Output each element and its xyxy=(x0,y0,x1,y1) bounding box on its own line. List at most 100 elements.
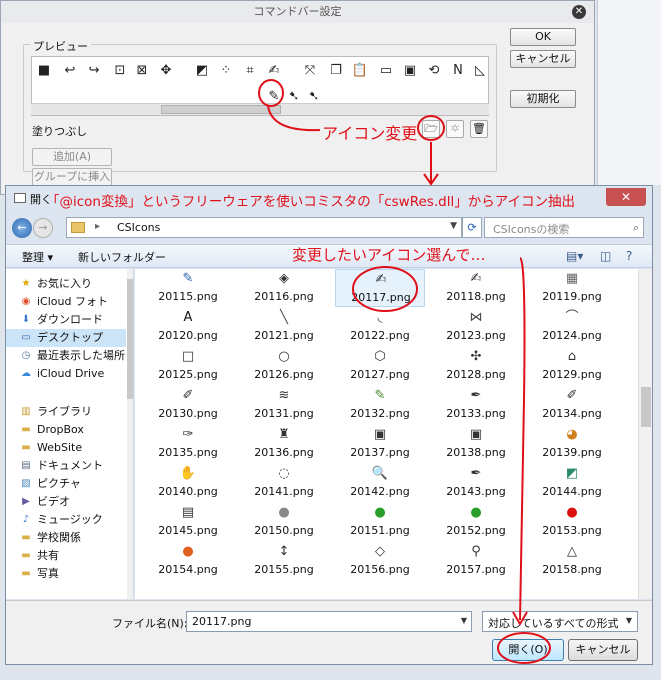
file-item[interactable]: ● 20152.png xyxy=(431,503,521,541)
file-item[interactable]: A 20120.png xyxy=(143,308,233,346)
file-item[interactable]: ▦ 20119.png xyxy=(527,269,617,307)
filetype-value[interactable]: 対応しているすべての形式 xyxy=(488,615,618,631)
dots-icon[interactable]: ⁘ xyxy=(216,61,236,81)
chevron-down-icon[interactable]: ▼ xyxy=(626,616,632,625)
nav-item[interactable]: ⬇ ダウンロード xyxy=(6,311,126,329)
view-options-icon[interactable]: ▤▾ xyxy=(566,249,583,263)
nav-item[interactable]: ◷ 最近表示した場所 xyxy=(6,347,126,365)
file-item[interactable]: ⌒ 20124.png xyxy=(527,308,617,346)
nav-scrollbar[interactable] xyxy=(127,269,133,599)
file-item[interactable]: ▣ 20138.png xyxy=(431,425,521,463)
file-item[interactable]: ✐ 20130.png xyxy=(143,386,233,424)
nav-item[interactable]: ★ お気に入り xyxy=(6,275,126,293)
close-icon[interactable]: ✕ xyxy=(606,188,646,206)
file-item[interactable]: ✎ 20115.png xyxy=(143,269,233,307)
file-item[interactable]: ◕ 20139.png xyxy=(527,425,617,463)
search-icon[interactable]: ⌕ xyxy=(633,221,639,235)
nav-item[interactable]: ♪ ミュージック xyxy=(6,511,126,529)
file-item[interactable]: ╲ 20121.png xyxy=(239,308,329,346)
file-item[interactable]: ⌂ 20129.png xyxy=(527,347,617,385)
file-item[interactable]: □ 20125.png xyxy=(143,347,233,385)
new-folder-button[interactable]: 新しいフォルダー xyxy=(78,249,166,265)
scale-icon[interactable]: ⤧ xyxy=(300,61,320,81)
file-item[interactable]: ⋈ 20123.png xyxy=(431,308,521,346)
ruler-icon[interactable]: ▭ xyxy=(376,61,396,81)
forward-icon[interactable]: → xyxy=(33,218,53,238)
file-item[interactable]: ▣ 20137.png xyxy=(335,425,425,463)
file-item[interactable]: ⚲ 20157.png xyxy=(431,542,521,580)
search-input[interactable]: CSIconsの検索 ⌕ xyxy=(484,217,644,238)
file-list-scrollbar[interactable] xyxy=(638,269,652,599)
pen-tool-icon[interactable]: ✍ xyxy=(264,61,284,81)
ok-button[interactable]: OK xyxy=(510,28,576,46)
nav-item[interactable]: ▬ WebSite xyxy=(6,439,126,457)
rotate-icon[interactable]: ⟲ xyxy=(424,61,444,81)
file-item[interactable]: △ 20158.png xyxy=(527,542,617,580)
trash-icon[interactable]: 🗑 xyxy=(470,120,488,138)
back-icon[interactable]: ← xyxy=(12,218,32,238)
file-item[interactable]: ◇ 20156.png xyxy=(335,542,425,580)
refresh-icon[interactable]: ⟳ xyxy=(462,217,482,238)
chevron-right-icon[interactable]: ▸ xyxy=(95,221,100,232)
chevron-down-icon[interactable]: ▼ xyxy=(461,616,467,625)
close-icon[interactable]: ✕ xyxy=(572,5,586,19)
address-path[interactable]: CSIcons xyxy=(117,221,160,234)
paste-icon[interactable]: 📋 xyxy=(350,61,370,81)
scrollbar-thumb[interactable] xyxy=(127,279,133,399)
file-item[interactable]: ● 20153.png xyxy=(527,503,617,541)
deselect-icon[interactable]: ⊠ xyxy=(132,61,152,81)
open-button[interactable]: 開く(O) xyxy=(492,639,564,661)
file-item[interactable]: ♜ 20136.png xyxy=(239,425,329,463)
crop-icon[interactable]: ⌗ xyxy=(240,61,260,81)
file-item[interactable]: ✣ 20128.png xyxy=(431,347,521,385)
file-item[interactable]: 🔍 20142.png xyxy=(335,464,425,502)
file-item[interactable]: ✍ 20117.png xyxy=(335,269,425,307)
curve-icon[interactable]: ◺ xyxy=(470,61,490,81)
undo-icon[interactable]: ↩ xyxy=(60,61,80,81)
transform-icon[interactable]: ✥ xyxy=(156,61,176,81)
file-item[interactable]: ✒ 20143.png xyxy=(431,464,521,502)
nav-item[interactable]: ◉ iCloud フォト xyxy=(6,293,126,311)
file-item[interactable]: ≋ 20131.png xyxy=(239,386,329,424)
scrollbar-thumb[interactable] xyxy=(161,105,281,114)
file-item[interactable]: ◟ 20122.png xyxy=(335,308,425,346)
filename-value[interactable]: 20117.png xyxy=(192,615,251,628)
file-item[interactable]: ✐ 20134.png xyxy=(527,386,617,424)
file-item[interactable]: ● 20150.png xyxy=(239,503,329,541)
initialize-button[interactable]: 初期化 xyxy=(510,90,576,108)
nav-item[interactable]: ▥ ライブラリ xyxy=(6,403,126,421)
nav-item[interactable]: ▬ 写真 xyxy=(6,565,126,583)
fill-gradient-icon[interactable]: ◩ xyxy=(192,61,212,81)
nav-item[interactable]: ▬ DropBox xyxy=(6,421,126,439)
filetype-select[interactable]: 対応しているすべての形式 ▼ xyxy=(482,611,638,632)
frame-icon[interactable]: ▣ xyxy=(400,61,420,81)
file-item[interactable]: ↕ 20155.png xyxy=(239,542,329,580)
cancel-button[interactable]: キャンセル xyxy=(568,639,638,661)
help-icon[interactable]: ? xyxy=(626,249,632,263)
redo-icon[interactable]: ↪ xyxy=(84,61,104,81)
file-item[interactable]: ○ 20126.png xyxy=(239,347,329,385)
scrollbar-thumb[interactable] xyxy=(641,387,651,427)
preview-pane-icon[interactable]: ◫ xyxy=(600,249,611,263)
file-item[interactable]: ◈ 20116.png xyxy=(239,269,329,307)
nav-item[interactable]: ▶ ビデオ xyxy=(6,493,126,511)
copy-icon[interactable]: ❐ xyxy=(326,61,346,81)
address-bar[interactable]: ▸ CSIcons ▼ xyxy=(66,217,462,238)
file-item[interactable]: ✒ 20133.png xyxy=(431,386,521,424)
file-item[interactable]: ● 20154.png xyxy=(143,542,233,580)
cancel-button[interactable]: キャンセル xyxy=(510,50,576,68)
nav-item[interactable]: ▤ ドキュメント xyxy=(6,457,126,475)
add-button[interactable]: 追加(A) xyxy=(32,148,112,166)
file-item[interactable]: ● 20151.png xyxy=(335,503,425,541)
file-item[interactable]: ◩ 20144.png xyxy=(527,464,617,502)
toolbar-scrollbar[interactable] xyxy=(31,103,489,115)
file-item[interactable]: ⬡ 20127.png xyxy=(335,347,425,385)
new-canvas-icon[interactable]: ■ xyxy=(34,61,54,81)
settings-icon[interactable]: ✲ xyxy=(446,120,464,138)
nav-item[interactable]: ▨ ピクチャ xyxy=(6,475,126,493)
file-item[interactable]: ✎ 20132.png xyxy=(335,386,425,424)
nav-item[interactable]: ☁ iCloud Drive xyxy=(6,365,126,383)
file-item[interactable]: ✋ 20140.png xyxy=(143,464,233,502)
line-icon[interactable]: N xyxy=(448,61,468,81)
nav-item[interactable]: ▭ デスクトップ xyxy=(6,329,126,347)
